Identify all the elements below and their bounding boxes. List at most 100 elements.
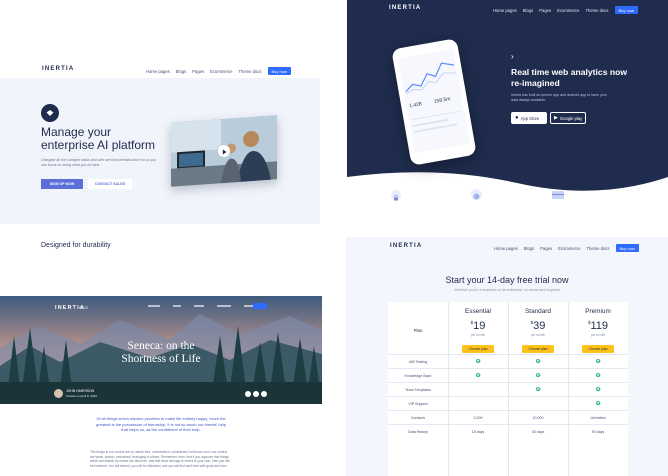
- logo[interactable]: INERTIA: [390, 243, 422, 249]
- plan-period: per month: [590, 333, 606, 337]
- phone-stat-2: 158.5m: [433, 96, 451, 105]
- buy-now-button[interactable]: Buy now: [614, 6, 638, 14]
- nav-item[interactable]: [194, 305, 204, 307]
- plan-period: per month: [470, 333, 486, 337]
- feature-label: Knowledge Base: [404, 373, 432, 378]
- choose-plan-button[interactable]: Choose plan: [462, 345, 494, 353]
- feature-cell: [508, 386, 568, 393]
- feature-cell: 2,000: [473, 415, 483, 420]
- check-icon: [535, 386, 541, 392]
- google-play-label: Google play: [559, 115, 583, 121]
- contact-sales-button[interactable]: CONTACT SALES: [88, 179, 132, 189]
- plan-essential: Essential $19 per month Choose plan: [448, 308, 508, 355]
- twitter-icon[interactable]: [245, 391, 251, 397]
- nav-item-home-pages[interactable]: Home pages: [493, 8, 517, 13]
- google-play-button[interactable]: ▶ Google play: [550, 112, 586, 124]
- nav-item-ecommerce[interactable]: Ecommerce: [558, 246, 580, 251]
- facebook-icon[interactable]: [253, 391, 259, 397]
- avatar[interactable]: [54, 389, 63, 398]
- check-icon: [475, 358, 481, 364]
- logo[interactable]: INERTIA: [389, 5, 421, 11]
- pricing-panel: INERTIA Home pages Blogs Pages Ecommerce…: [346, 237, 668, 476]
- section-title-line2: re-imagined: [511, 77, 560, 88]
- nav-item-blogs[interactable]: Blogs: [176, 69, 186, 74]
- check-icon: [595, 400, 601, 406]
- sign-up-button[interactable]: SIGN UP NOW: [41, 179, 83, 189]
- play-store-icon: ▶: [554, 115, 558, 121]
- plan-name: Standard: [525, 308, 551, 315]
- feature-cell: 30 days: [531, 429, 545, 434]
- divider: [411, 110, 462, 121]
- section-title: Real time web analytics now re-imagined: [511, 67, 627, 88]
- nav-item[interactable]: [217, 305, 231, 307]
- feature-label: Team Templates: [404, 387, 432, 392]
- feature-row: Team Templates: [388, 382, 628, 396]
- feature-cell: [508, 358, 568, 365]
- buy-now-button[interactable]: Buy now: [615, 244, 639, 252]
- feature-label: A/B Testing: [408, 359, 428, 364]
- blog-quote: Of all things which wisdom provides to m…: [96, 416, 226, 433]
- feature-label: Data History: [408, 429, 428, 434]
- nav-item-home-pages[interactable]: Home pages: [494, 246, 518, 251]
- feature-cell: [448, 358, 508, 365]
- plan-name: Essential: [465, 308, 491, 315]
- app-store-button[interactable]: ● App Store: [511, 112, 547, 124]
- nav-item-ecommerce[interactable]: Ecommerce: [557, 8, 579, 13]
- top-nav: INERTIA Home pages Blogs Pages Ecommerce…: [0, 62, 320, 78]
- check-icon: [595, 386, 601, 392]
- play-icon: [222, 149, 227, 155]
- plan-standard: Standard $39 per month Choose plan: [508, 308, 568, 355]
- nav-item-pages[interactable]: Pages: [539, 8, 551, 13]
- share-icon[interactable]: [261, 391, 267, 397]
- logo[interactable]: INERTIA: [42, 66, 74, 72]
- feature-row: A/B Testing: [388, 354, 628, 368]
- author-name[interactable]: JOHN HARRISON: [66, 389, 94, 393]
- blog-post-panel: INERTIA BLOG Seneca: on the Shortness of…: [0, 296, 322, 476]
- nav-item[interactable]: [148, 305, 160, 307]
- chevron-right-icon: ›: [511, 52, 514, 61]
- blog-title-line1: Seneca: on the: [127, 340, 195, 352]
- plan-price: $19: [470, 320, 486, 332]
- feature-cell: 10,000: [532, 415, 544, 420]
- check-icon: [535, 358, 541, 364]
- feature-cell: [508, 372, 568, 379]
- nav-item[interactable]: [173, 305, 181, 307]
- blog-nav-menu: [148, 305, 256, 307]
- plan-price: $39: [530, 320, 546, 332]
- nav-item-ecommerce[interactable]: Ecommerce: [210, 69, 232, 74]
- nav-item-home-pages[interactable]: Home pages: [146, 69, 170, 74]
- plan-label: Plan: [413, 328, 423, 333]
- nav-item-theme-docs[interactable]: Theme docs: [586, 246, 609, 251]
- feature-cell: [568, 372, 628, 379]
- nav-item-blogs[interactable]: Blogs: [524, 246, 534, 251]
- plan-name: Premium: [585, 308, 611, 315]
- blog-title-line2: Shortness of Life: [121, 352, 201, 365]
- plan-price: $119: [587, 320, 609, 332]
- plan-premium: Premium $119 per month Choose plan: [568, 308, 628, 355]
- check-icon: [595, 372, 601, 378]
- plan-period: per month: [530, 333, 546, 337]
- blog-body: The things in our control are by nature …: [90, 450, 230, 468]
- feature-row: VIP Support: [388, 396, 628, 410]
- buy-now-button[interactable]: Buy now: [267, 67, 291, 75]
- nav-item-pages[interactable]: Pages: [540, 246, 552, 251]
- feature-label: VIP Support: [408, 401, 428, 406]
- logo-sub: BLOG: [79, 306, 89, 310]
- hero-title: Manage your enterprise AI platform: [41, 126, 155, 152]
- feature-cell: 15 days: [471, 429, 485, 434]
- buy-now-button[interactable]: [253, 303, 267, 309]
- nav-menu: Home pages Blogs Pages Ecommerce Theme d…: [493, 6, 638, 14]
- section-title-line1: Real time web analytics now: [511, 67, 628, 77]
- nav-item-blogs[interactable]: Blogs: [523, 8, 533, 13]
- play-button[interactable]: [218, 145, 230, 157]
- hero-title-line2: enterprise AI platform: [41, 138, 156, 152]
- social-share: [245, 391, 267, 397]
- nav-item-theme-docs[interactable]: Theme docs: [585, 8, 608, 13]
- check-icon: [535, 372, 541, 378]
- nav-item-theme-docs[interactable]: Theme docs: [238, 69, 261, 74]
- choose-plan-button[interactable]: Choose plan: [582, 345, 614, 353]
- choose-plan-button[interactable]: Choose plan: [522, 345, 554, 353]
- feature-cell: [568, 386, 628, 393]
- nav-item-pages[interactable]: Pages: [192, 69, 204, 74]
- feature-cell: Unlimited: [590, 415, 606, 420]
